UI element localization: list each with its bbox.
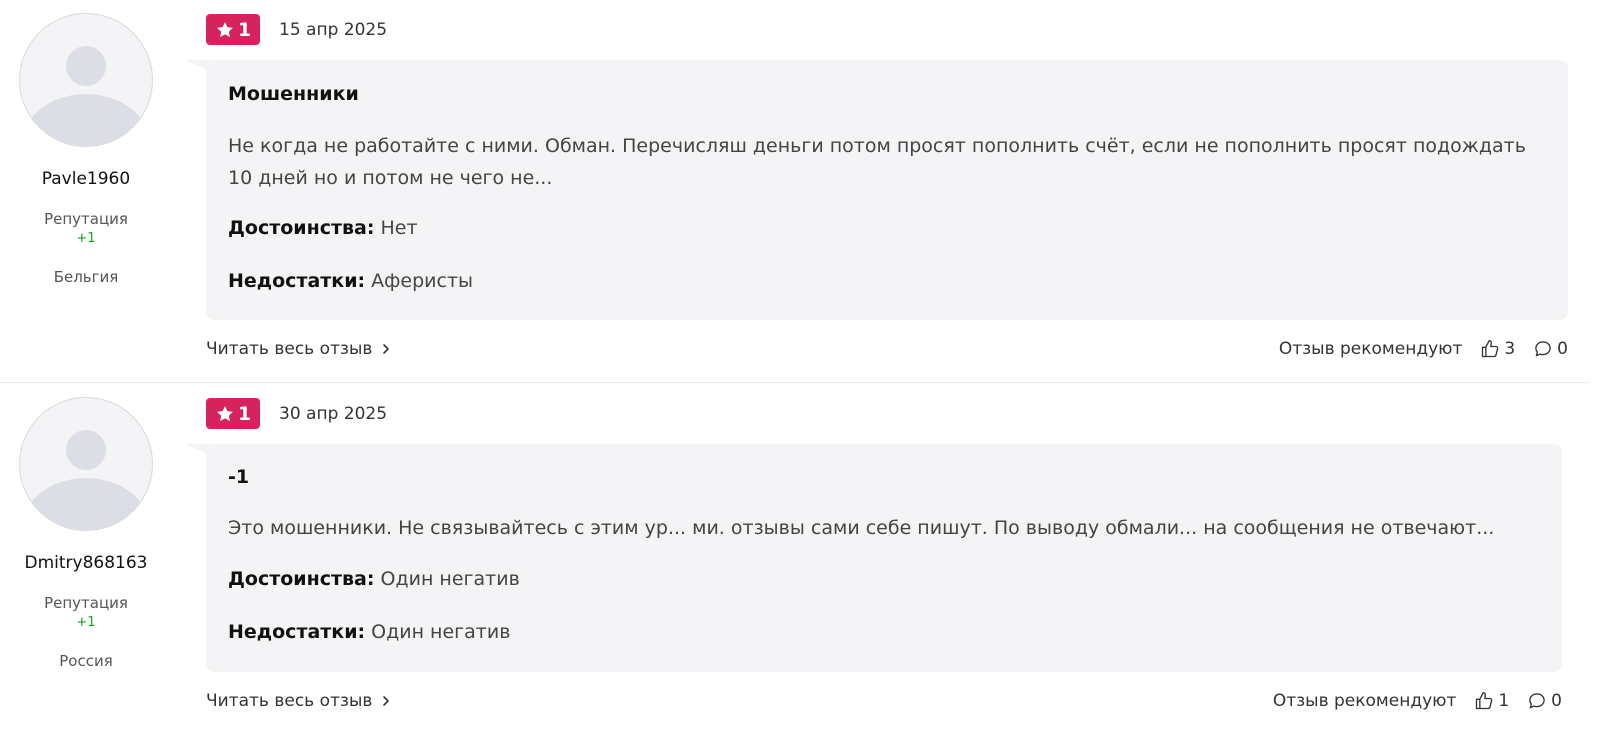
- review-stats: Отзыв рекомендуют 1 0: [1273, 689, 1562, 713]
- read-more-link[interactable]: Читать весь отзыв: [206, 339, 392, 359]
- review-item: Pavle1960 Репутация +1 Бельгия 1 15 апр …: [0, 0, 1590, 383]
- review-footer: Читать весь отзыв: [206, 689, 392, 713]
- read-more-link[interactable]: Читать весь отзыв: [206, 691, 392, 711]
- pros-label: Достоинства:: [228, 217, 375, 239]
- like-count: 1: [1498, 691, 1510, 711]
- review-pros: Достоинства: Нет: [228, 217, 418, 239]
- recommend-label: Отзыв рекомендуют: [1278, 339, 1463, 359]
- rating-badge: 1: [206, 398, 260, 429]
- cons-label: Недостатки:: [228, 270, 366, 292]
- pros-value: Нет: [380, 217, 418, 239]
- cons-label: Недостатки:: [228, 621, 366, 643]
- comment-button[interactable]: 0: [1533, 339, 1568, 359]
- review-author: Pavle1960 Репутация +1 Бельгия: [0, 13, 172, 286]
- read-more-label: Читать весь отзыв: [206, 691, 373, 711]
- review-header: 1 15 апр 2025: [206, 14, 387, 45]
- review-header: 1 30 апр 2025: [206, 398, 387, 429]
- author-username[interactable]: Pavle1960: [0, 169, 172, 189]
- like-button[interactable]: 1: [1474, 691, 1509, 711]
- review-title: Мошенники: [228, 83, 359, 105]
- star-icon: [216, 405, 233, 421]
- review-author: Dmitry868163 Репутация +1 Россия: [0, 397, 172, 670]
- star-icon: [216, 21, 233, 37]
- like-button[interactable]: 3: [1480, 339, 1515, 359]
- like-count: 3: [1504, 339, 1516, 359]
- review-item: Dmitry868163 Репутация +1 Россия 1 30 ап…: [0, 384, 1590, 735]
- rating-value: 1: [237, 18, 252, 41]
- comment-icon: [1535, 341, 1551, 357]
- avatar-placeholder-body: [22, 94, 150, 146]
- review-card: -1 Это мошенники. Не связывайтесь с этим…: [206, 444, 1562, 672]
- review-card: Мошенники Не когда не работайте с ними. …: [206, 60, 1568, 320]
- review-text: Не когда не работайте с ними. Обман. Пер…: [228, 135, 1526, 189]
- reputation-value: +1: [76, 615, 96, 630]
- review-date: 30 апр 2025: [279, 403, 388, 424]
- reputation-label: Репутация: [44, 210, 128, 228]
- avatar[interactable]: [19, 397, 153, 531]
- review-footer: Читать весь отзыв: [206, 337, 392, 361]
- review-title: -1: [228, 466, 250, 488]
- review-cons: Недостатки: Аферисты: [228, 270, 473, 292]
- comment-icon: [1529, 693, 1545, 709]
- avatar-placeholder-head: [66, 430, 106, 470]
- review-date: 15 апр 2025: [279, 19, 388, 40]
- rating-value: 1: [237, 402, 252, 425]
- read-more-label: Читать весь отзыв: [206, 339, 373, 359]
- thumbs-up-icon: [1482, 340, 1499, 358]
- thumbs-up-icon: [1476, 692, 1493, 710]
- comment-count: 0: [1557, 339, 1568, 359]
- review-cons: Недостатки: Один негатив: [228, 621, 510, 643]
- author-country: Россия: [59, 652, 113, 670]
- reputation-label: Репутация: [44, 594, 128, 612]
- comment-button[interactable]: 0: [1527, 691, 1562, 711]
- avatar[interactable]: [19, 13, 153, 147]
- pros-label: Достоинства:: [228, 568, 375, 590]
- recommend-label: Отзыв рекомендуют: [1272, 691, 1457, 711]
- author-country: Бельгия: [53, 268, 119, 286]
- pros-value: Один негатив: [380, 568, 520, 590]
- cons-value: Аферисты: [371, 270, 474, 292]
- comment-count: 0: [1551, 691, 1562, 711]
- avatar-placeholder-body: [22, 478, 150, 530]
- chevron-right-icon: [383, 696, 390, 706]
- avatar-placeholder-head: [66, 46, 106, 86]
- author-username[interactable]: Dmitry868163: [0, 553, 172, 573]
- review-text: Это мошенники. Не связывайтесь с этим ур…: [228, 517, 1495, 539]
- reputation-value: +1: [76, 231, 96, 246]
- rating-badge: 1: [206, 14, 260, 45]
- cons-value: Один негатив: [371, 621, 511, 643]
- review-stats: Отзыв рекомендуют 3 0: [1279, 337, 1568, 361]
- review-pros: Достоинства: Один негатив: [228, 568, 520, 590]
- chevron-right-icon: [383, 344, 390, 354]
